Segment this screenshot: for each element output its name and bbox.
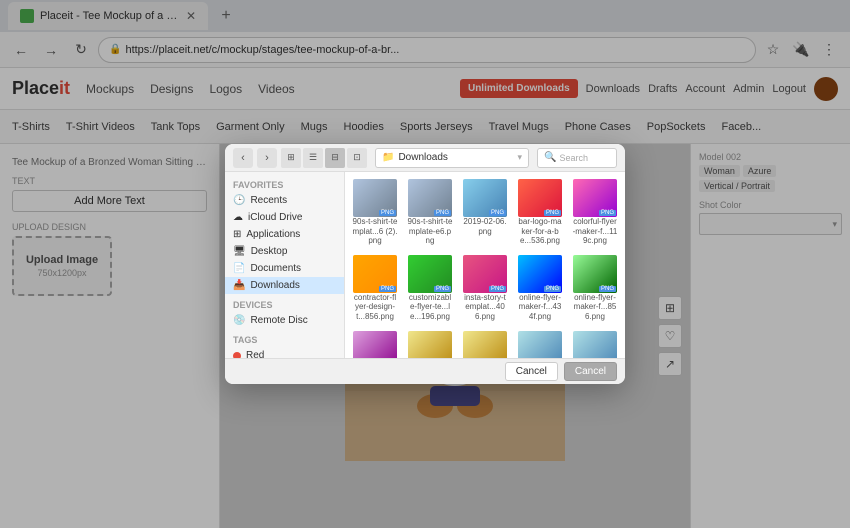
file-type-badge: PNG xyxy=(599,286,616,292)
file-thumbnail: PNG xyxy=(518,179,562,217)
file-type-badge: PNG xyxy=(434,210,451,216)
sidebar-applications[interactable]: ⊞ Applications xyxy=(225,226,344,243)
applications-icon: ⊞ xyxy=(233,229,241,240)
file-thumbnail: PNG xyxy=(408,179,452,217)
search-icon: 🔍 xyxy=(544,152,556,163)
file-name: contractor-flyer-design-t...856.png xyxy=(352,293,398,322)
file-item[interactable]: PNG colorful-flyer-maker-f...119c.png xyxy=(569,176,621,249)
file-thumbnail: PNG xyxy=(408,255,452,293)
file-thumbnail: PNG xyxy=(518,255,562,293)
devices-section: Devices 💿 Remote Disc xyxy=(225,298,344,329)
file-type-badge: PNG xyxy=(599,210,616,216)
dialog-forward-button[interactable]: › xyxy=(257,148,277,168)
file-thumbnail: PNG xyxy=(353,179,397,217)
dialog-view-buttons: ⊞ ☰ ⊟ ⊡ xyxy=(281,148,367,168)
dialog-body: Favorites 🕒 Recents ☁ iCloud Drive ⊞ App… xyxy=(225,172,625,358)
file-item[interactable]: PNG contractor-flyer-design-t...856.png xyxy=(349,252,401,325)
file-thumbnail: PNG xyxy=(573,255,617,293)
location-label: Downloads xyxy=(398,152,447,163)
file-type-badge: PNG xyxy=(489,210,506,216)
file-name: 90s-t-shirt-template-e6.png xyxy=(407,217,453,246)
file-thumbnail: PNG xyxy=(408,331,452,358)
file-grid: PNG 90s-t-shirt-templat...6 (2).png PNG … xyxy=(349,176,621,358)
dialog-footer: Cancel Cancel xyxy=(225,358,625,384)
favorites-section: Favorites 🕒 Recents ☁ iCloud Drive ⊞ App… xyxy=(225,178,344,294)
file-item[interactable]: PNG insta-story-templat...406.png xyxy=(459,252,511,325)
search-placeholder: Search xyxy=(559,153,588,163)
dialog-toolbar: ‹ › ⊞ ☰ ⊟ ⊡ 📁 Downloads ▾ 🔍 Search xyxy=(225,144,625,172)
file-name: 2019-02-06.png xyxy=(462,217,508,236)
file-thumbnail: PNG xyxy=(463,331,507,358)
disc-icon: 💿 xyxy=(233,315,245,326)
icloud-icon: ☁ xyxy=(233,212,243,223)
sidebar-downloads[interactable]: 📥 Downloads xyxy=(225,277,344,294)
tags-header: Tags xyxy=(225,333,344,347)
gallery-view-button[interactable]: ⊡ xyxy=(347,148,367,168)
column-view-button[interactable]: ⊟ xyxy=(325,148,345,168)
file-item[interactable]: PNG 1-shirt-design-signed...832.png xyxy=(459,328,511,358)
file-item[interactable]: PNG 1-shirt-mockup-of-a-me...556.png xyxy=(569,328,621,358)
list-view-button[interactable]: ☰ xyxy=(303,148,323,168)
sidebar-remote-disc[interactable]: 💿 Remote Disc xyxy=(225,312,344,329)
file-thumbnail: PNG xyxy=(518,331,562,358)
file-type-badge: PNG xyxy=(434,286,451,292)
folder-icon: 📁 xyxy=(382,152,394,163)
downloads-icon: 📥 xyxy=(233,280,245,291)
dialog-overlay: ‹ › ⊞ ☰ ⊟ ⊡ 📁 Downloads ▾ 🔍 Search xyxy=(0,0,850,528)
sidebar-desktop[interactable]: 🖥 Desktop xyxy=(225,243,344,260)
dialog-cancel-button[interactable]: Cancel xyxy=(505,362,558,381)
file-item[interactable]: PNG online-flyer-maker-f...434f.png xyxy=(514,252,566,325)
location-bar[interactable]: 📁 Downloads ▾ xyxy=(375,148,529,168)
location-chevron[interactable]: ▾ xyxy=(517,152,522,163)
sidebar-icloud[interactable]: ☁ iCloud Drive xyxy=(225,209,344,226)
file-item[interactable]: PNG 90s-t-shirt-template-e6.png xyxy=(404,176,456,249)
file-item[interactable]: PNG customizable-flyer-te...le...196.png xyxy=(404,252,456,325)
sidebar-recents[interactable]: 🕒 Recents xyxy=(225,192,344,209)
file-thumbnail: PNG xyxy=(573,331,617,358)
file-item[interactable]: PNG 1-shirt-mockup-of-a-ma...191.png xyxy=(349,328,401,358)
file-name: colorful-flyer-maker-f...119c.png xyxy=(572,217,618,246)
dialog-file-area: PNG 90s-t-shirt-templat...6 (2).png PNG … xyxy=(345,172,625,358)
favorites-header: Favorites xyxy=(225,178,344,192)
file-name: 90s-t-shirt-templat...6 (2).png xyxy=(352,217,398,246)
tag-red[interactable]: Red xyxy=(225,347,344,358)
file-name: online-flyer-maker-f...434f.png xyxy=(517,293,563,322)
file-thumbnail: PNG xyxy=(463,179,507,217)
file-type-badge: PNG xyxy=(379,210,396,216)
documents-icon: 📄 xyxy=(233,263,245,274)
file-thumbnail: PNG xyxy=(353,331,397,358)
search-box[interactable]: 🔍 Search xyxy=(537,148,617,168)
file-item[interactable]: PNG simple-center-aligned...196.png xyxy=(404,328,456,358)
tags-section: Tags Red Orange Yellow xyxy=(225,333,344,358)
dialog-back-button[interactable]: ‹ xyxy=(233,148,253,168)
file-name: customizable-flyer-te...le...196.png xyxy=(407,293,453,322)
file-thumbnail: PNG xyxy=(463,255,507,293)
desktop-icon: 🖥 xyxy=(233,246,246,257)
file-item[interactable]: PNG 90s-t-shirt-templat...6 (2).png xyxy=(349,176,401,249)
file-type-badge: PNG xyxy=(379,286,396,292)
file-type-badge: PNG xyxy=(489,286,506,292)
file-item[interactable]: PNG online-flyer-maker-f...856.png xyxy=(569,252,621,325)
file-item[interactable]: PNG 2019-02-06.png xyxy=(459,176,511,249)
file-thumbnail: PNG xyxy=(573,179,617,217)
file-name: bar-logo-maker-for-a-be...536.png xyxy=(517,217,563,246)
file-name: insta-story-templat...406.png xyxy=(462,293,508,322)
dialog-ok-button[interactable]: Cancel xyxy=(564,362,617,381)
recents-icon: 🕒 xyxy=(233,195,245,206)
file-type-badge: PNG xyxy=(544,210,561,216)
devices-header: Devices xyxy=(225,298,344,312)
icon-view-button[interactable]: ⊞ xyxy=(281,148,301,168)
file-item[interactable]: PNG 1-shirt-mockup-of-a-ma...556.png xyxy=(514,328,566,358)
file-thumbnail: PNG xyxy=(353,255,397,293)
dialog-sidebar: Favorites 🕒 Recents ☁ iCloud Drive ⊞ App… xyxy=(225,172,345,358)
sidebar-documents[interactable]: 📄 Documents xyxy=(225,260,344,277)
file-item[interactable]: PNG bar-logo-maker-for-a-be...536.png xyxy=(514,176,566,249)
file-name: online-flyer-maker-f...856.png xyxy=(572,293,618,322)
file-picker-dialog: ‹ › ⊞ ☰ ⊟ ⊡ 📁 Downloads ▾ 🔍 Search xyxy=(225,144,625,384)
file-type-badge: PNG xyxy=(544,286,561,292)
